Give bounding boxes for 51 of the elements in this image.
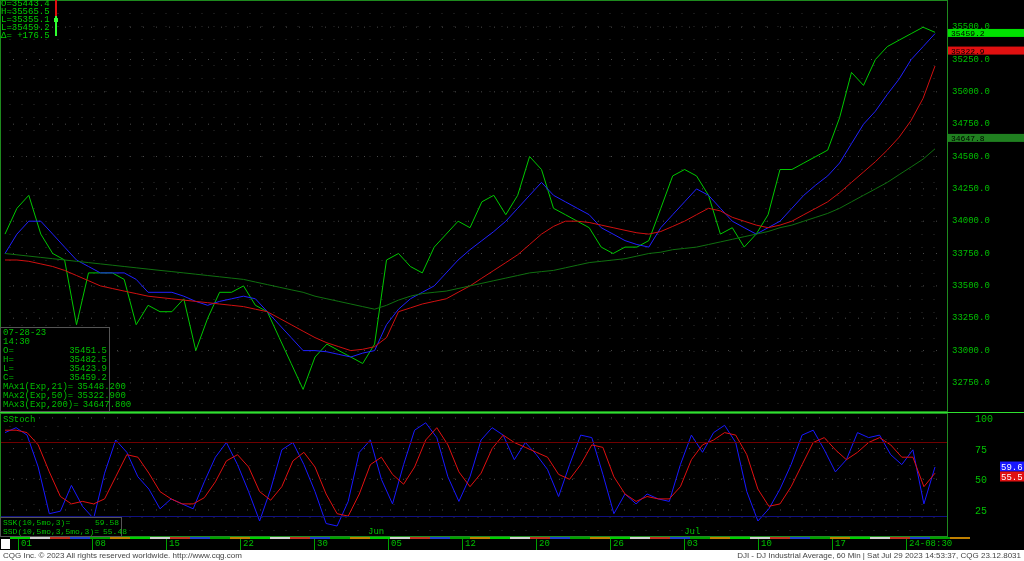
field-value: 35451.5 [69,347,107,356]
range-bar-icon [53,0,58,36]
field-value: 55.48 [103,527,128,536]
field-label: SSD(10,5mo,3,5mo,3)= [3,527,99,536]
axis-label: 33750.0 [952,248,990,259]
field-value: 59.58 [95,518,119,527]
axis-label: 33500.0 [952,280,990,291]
field-label: MAx2(Exp,50)= [3,392,74,401]
axis-label: 25 [975,506,987,517]
axis-label: 35000.0 [952,86,990,97]
field-value: 34647.800 [82,401,132,410]
copyright-text: CQG Inc. © 2023 All rights reserved worldwide. http://www.cqg.com [3,551,242,560]
axis-label: 34250.0 [952,183,990,194]
field-value: 35322.900 [77,392,126,401]
field-value: 35448.200 [77,383,126,392]
field-label: H= [3,356,14,365]
status-text: DJI - DJ Industrial Average, 60 Min | Sat Jul 29 2023 14:53:37, CQG 23.12.8031 [737,551,1021,560]
quote-value: L=35459.2 [1,24,50,32]
bar-time: 14:30 [3,338,31,347]
axis-label: 75 [975,444,987,456]
field-label: C= [3,374,14,383]
axis-label: 34500.0 [952,151,990,162]
value-tag: 59.6 [1000,461,1024,473]
price-tag: 35322.9 [948,46,1024,56]
axis-label: 33000.0 [952,345,990,356]
axis-label: 32750.0 [952,377,990,388]
price-tag: 34647.8 [948,133,1024,143]
quote-value: Δ= +176.5 [1,32,50,40]
axis-label: 34000.0 [952,216,990,227]
value-tag: 55.5 [1000,471,1024,483]
quote-value: L=35355.1 [1,16,50,24]
price-tag: 35459.2 [948,28,1024,38]
study-title: SStoch [3,415,36,425]
axis-label: 34750.0 [952,119,990,130]
field-label: MAx3(Exp,200)= [3,401,79,410]
month-label: Jun [368,528,385,537]
field-label: L= [3,365,14,374]
quote-value: O=35443.4 [1,0,50,8]
field-value: 35482.5 [69,356,107,365]
field-label: MAx1(Exp,21)= [3,383,74,392]
axis-label: 50 [975,475,987,487]
month-label: Jul [684,528,701,537]
field-label: O= [3,347,14,356]
field-label: SSK(10,5mo,3)= [3,518,71,527]
quote-value: H=35565.5 [1,8,50,16]
axis-label: 100 [975,413,993,425]
axis-label: 35250.0 [952,54,990,65]
bar-date: 07-28-23 [3,329,48,338]
field-value: 35423.9 [69,365,107,374]
axis-label: 33250.0 [952,313,990,324]
field-value: 35459.2 [69,374,107,383]
